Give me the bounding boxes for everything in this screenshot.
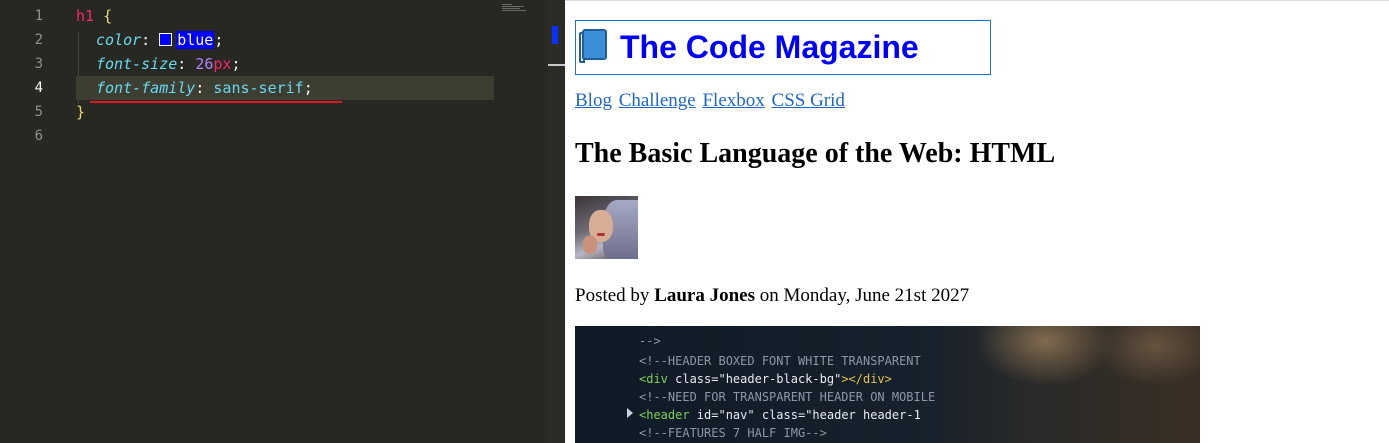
line-number: 3: [34, 56, 43, 72]
nav-link-blog[interactable]: Blog: [575, 90, 612, 111]
hero-code-attr: class=: [761, 408, 806, 422]
line-number: 1: [34, 8, 43, 24]
line-number-gutter: 1 2 3 4 5 6: [0, 4, 50, 148]
hero-code-tag: <div: [639, 372, 676, 386]
byline-date: on Monday, June 21st 2027: [759, 285, 970, 306]
line-number: 6: [34, 128, 43, 144]
site-nav: Blog Challenge Flexbox CSS Grid: [575, 90, 847, 112]
css-value: blue: [176, 31, 215, 49]
open-brace: {: [103, 7, 113, 25]
code-line[interactable]: h1 {: [76, 4, 548, 28]
code-line[interactable]: color: blue;: [76, 28, 548, 52]
minimap[interactable]: [502, 4, 526, 12]
colon: :: [195, 79, 205, 97]
nav-link-css-grid[interactable]: CSS Grid: [772, 90, 845, 111]
editor-scrollbar[interactable]: [548, 0, 565, 443]
line-number: 5: [34, 104, 43, 120]
nav-link-flexbox[interactable]: Flexbox: [702, 90, 764, 111]
code-line[interactable]: }: [76, 100, 548, 124]
book-icon: [578, 28, 608, 64]
scrollbar-thumb[interactable]: [548, 64, 565, 66]
code-line-active[interactable]: font-family: sans-serif;: [76, 76, 548, 100]
code-line[interactable]: [76, 124, 548, 148]
error-squiggle: [90, 101, 342, 103]
author-avatar: [575, 196, 638, 259]
semicolon: ;: [214, 31, 224, 49]
code-editor[interactable]: 1 2 3 4 5 6 h1 { color: blue; font-size:…: [0, 0, 548, 443]
css-value: sans-serif: [213, 79, 304, 97]
semicolon: ;: [231, 55, 241, 73]
css-property: font-family: [96, 79, 196, 97]
hero-code-attr: class=: [675, 372, 719, 386]
hero-code-value: "header-black-bg": [718, 372, 842, 386]
hero-code-attr: id=: [696, 408, 719, 422]
hero-code-line: <!--FEATURES 7 HALF IMG-->: [639, 426, 827, 440]
scrollbar-marker: [552, 26, 558, 44]
line-number-active: 4: [34, 80, 43, 96]
line-number: 2: [34, 32, 43, 48]
semicolon: ;: [303, 79, 313, 97]
colon: :: [177, 55, 187, 73]
article-title: The Basic Language of the Web: HTML: [575, 138, 1056, 169]
hero-code-line: <!--NEED FOR TRANSPARENT HEADER ON MOBIL…: [639, 390, 936, 404]
css-selector: h1: [76, 7, 95, 25]
expand-arrow-icon: [627, 408, 633, 418]
css-unit: px: [213, 55, 232, 73]
hero-code-tag: ></div>: [841, 372, 892, 386]
css-property: font-size: [96, 55, 178, 73]
author-name: Laura Jones: [654, 285, 756, 306]
color-swatch-icon[interactable]: [159, 33, 173, 46]
hero-code-image: --> <!--HEADER BOXED FONT WHITE TRANSPAR…: [575, 326, 1200, 443]
colon: :: [141, 31, 151, 49]
code-area[interactable]: h1 { color: blue; font-size: 26px; font-…: [76, 4, 548, 148]
hero-code-value: "header header-1: [805, 408, 921, 422]
site-title-text: The Code Magazine: [620, 29, 919, 65]
css-number: 26: [195, 55, 214, 73]
byline-prefix: Posted by: [575, 285, 650, 306]
site-title: The Code Magazine: [575, 20, 991, 75]
browser-preview: The Code Magazine Blog Challenge Flexbox…: [565, 0, 1389, 443]
hero-code-tag: <header: [639, 408, 697, 422]
hero-code-value: "nav": [718, 408, 762, 422]
code-line[interactable]: font-size: 26px;: [76, 52, 548, 76]
hero-code-line: -->: [639, 334, 661, 348]
byline: Posted by Laura Jones on Monday, June 21…: [575, 285, 969, 307]
css-property: color: [96, 31, 142, 49]
hero-code-line: <!--HEADER BOXED FONT WHITE TRANSPARENT: [639, 354, 921, 368]
nav-link-challenge[interactable]: Challenge: [619, 90, 696, 111]
close-brace: }: [76, 103, 86, 121]
